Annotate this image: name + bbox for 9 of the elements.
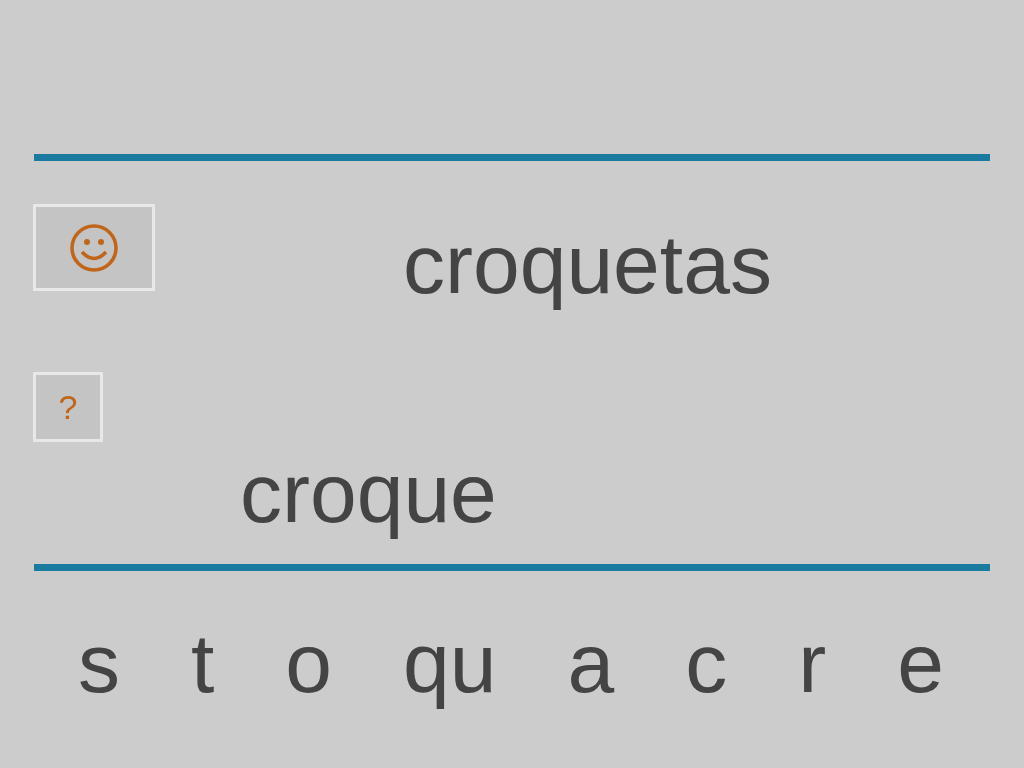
letter-tile[interactable]: r: [798, 621, 827, 705]
smiley-icon: [69, 222, 119, 273]
letter-tile[interactable]: a: [567, 621, 615, 705]
letter-tile[interactable]: e: [897, 621, 944, 705]
letter-tile[interactable]: o: [285, 621, 333, 705]
letter-tile[interactable]: c: [685, 621, 728, 705]
letter-tile[interactable]: s: [78, 621, 120, 705]
letter-tile[interactable]: t: [191, 621, 215, 705]
smiley-button[interactable]: [33, 204, 155, 291]
